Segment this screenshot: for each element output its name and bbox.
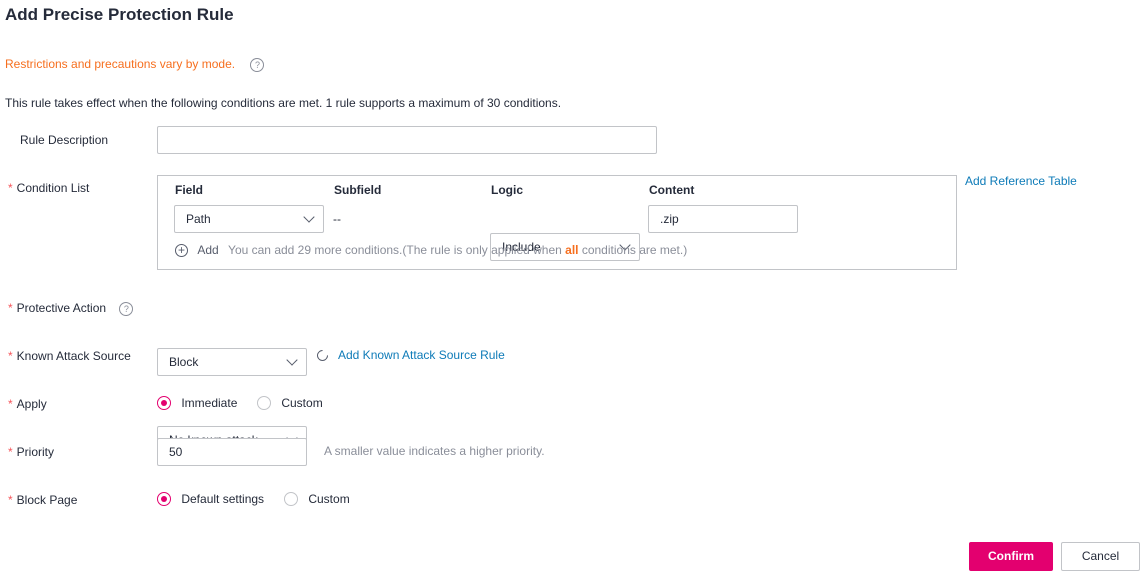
apply-option-immediate[interactable]: Immediate	[157, 395, 237, 410]
mode-warning: Restrictions and precautions vary by mod…	[5, 57, 265, 72]
help-icon[interactable]: ?	[119, 302, 134, 316]
apply-option-immediate-label: Immediate	[181, 395, 238, 410]
column-header-logic: Logic	[491, 183, 523, 197]
radio-unchecked-icon	[284, 491, 298, 506]
protective-action-value: Block	[169, 355, 199, 369]
cancel-button[interactable]: Cancel	[1061, 542, 1140, 571]
refresh-icon[interactable]	[314, 347, 331, 364]
block-page-label: * Block Page	[8, 493, 77, 507]
apply-label-text: Apply	[16, 397, 47, 411]
add-condition-button[interactable]: + Add	[175, 243, 222, 257]
required-marker: *	[8, 349, 13, 363]
hint-prefix: You can add 29 more conditions.(The rule…	[228, 243, 566, 257]
help-icon[interactable]: ?	[250, 58, 265, 72]
add-known-attack-source-link[interactable]: Add Known Attack Source Rule	[338, 348, 505, 362]
dialog-title: Add Precise Protection Rule	[5, 5, 234, 24]
required-marker: *	[8, 493, 13, 507]
block-page-option-custom[interactable]: Custom	[284, 491, 350, 506]
apply-option-custom-label: Custom	[281, 395, 323, 410]
required-marker: *	[8, 397, 13, 411]
subfield-value: --	[333, 212, 341, 226]
block-page-label-text: Block Page	[16, 493, 78, 507]
protective-action-label-text: Protective Action	[16, 301, 107, 315]
condition-list-label: * Condition List	[8, 181, 89, 195]
radio-checked-icon	[157, 395, 171, 410]
priority-label-text: Priority	[16, 445, 55, 459]
priority-hint: A smaller value indicates a higher prior…	[324, 444, 545, 458]
column-header-field: Field	[175, 183, 204, 197]
rule-description-input[interactable]	[157, 126, 657, 154]
mode-warning-text: Restrictions and precautions vary by mod…	[5, 57, 236, 71]
priority-input[interactable]: 50	[157, 438, 307, 466]
column-header-subfield: Subfield	[334, 183, 382, 197]
priority-value: 50	[169, 445, 183, 459]
add-reference-table-link[interactable]: Add Reference Table	[965, 174, 1077, 188]
apply-label: * Apply	[8, 397, 47, 411]
required-marker: *	[8, 181, 13, 195]
hint-highlight: all	[565, 243, 579, 257]
field-select[interactable]: Path	[174, 205, 324, 233]
chevron-down-icon	[303, 211, 315, 223]
radio-unchecked-icon	[257, 395, 271, 410]
block-page-option-default-label: Default settings	[181, 491, 265, 506]
known-attack-source-label-text: Known Attack Source	[16, 349, 131, 363]
add-condition-hint: You can add 29 more conditions.(The rule…	[228, 243, 687, 257]
content-input[interactable]: .zip	[648, 205, 798, 233]
required-marker: *	[8, 301, 13, 315]
apply-option-custom[interactable]: Custom	[257, 395, 323, 410]
condition-list-label-text: Condition List	[16, 181, 90, 195]
radio-checked-icon	[157, 491, 171, 506]
block-page-option-default[interactable]: Default settings	[157, 491, 264, 506]
add-condition-row: + Add You can add 29 more conditions.(Th…	[175, 243, 687, 257]
rule-description-label: Rule Description	[20, 133, 109, 147]
column-header-content: Content	[649, 183, 695, 197]
required-marker: *	[8, 445, 13, 459]
rule-description-text: This rule takes effect when the followin…	[5, 96, 562, 110]
add-condition-label: Add	[197, 243, 219, 257]
priority-label: * Priority	[8, 445, 54, 459]
hint-suffix: conditions are met.)	[578, 243, 688, 257]
content-input-value: .zip	[660, 212, 679, 226]
known-attack-source-label: * Known Attack Source	[8, 349, 131, 363]
field-select-value: Path	[186, 212, 211, 226]
plus-circle-icon: +	[175, 244, 188, 257]
chevron-down-icon	[286, 354, 298, 366]
protective-action-label: * Protective Action ?	[8, 301, 134, 316]
confirm-button[interactable]: Confirm	[969, 542, 1053, 571]
protective-action-select[interactable]: Block	[157, 348, 307, 376]
block-page-option-custom-label: Custom	[308, 491, 350, 506]
